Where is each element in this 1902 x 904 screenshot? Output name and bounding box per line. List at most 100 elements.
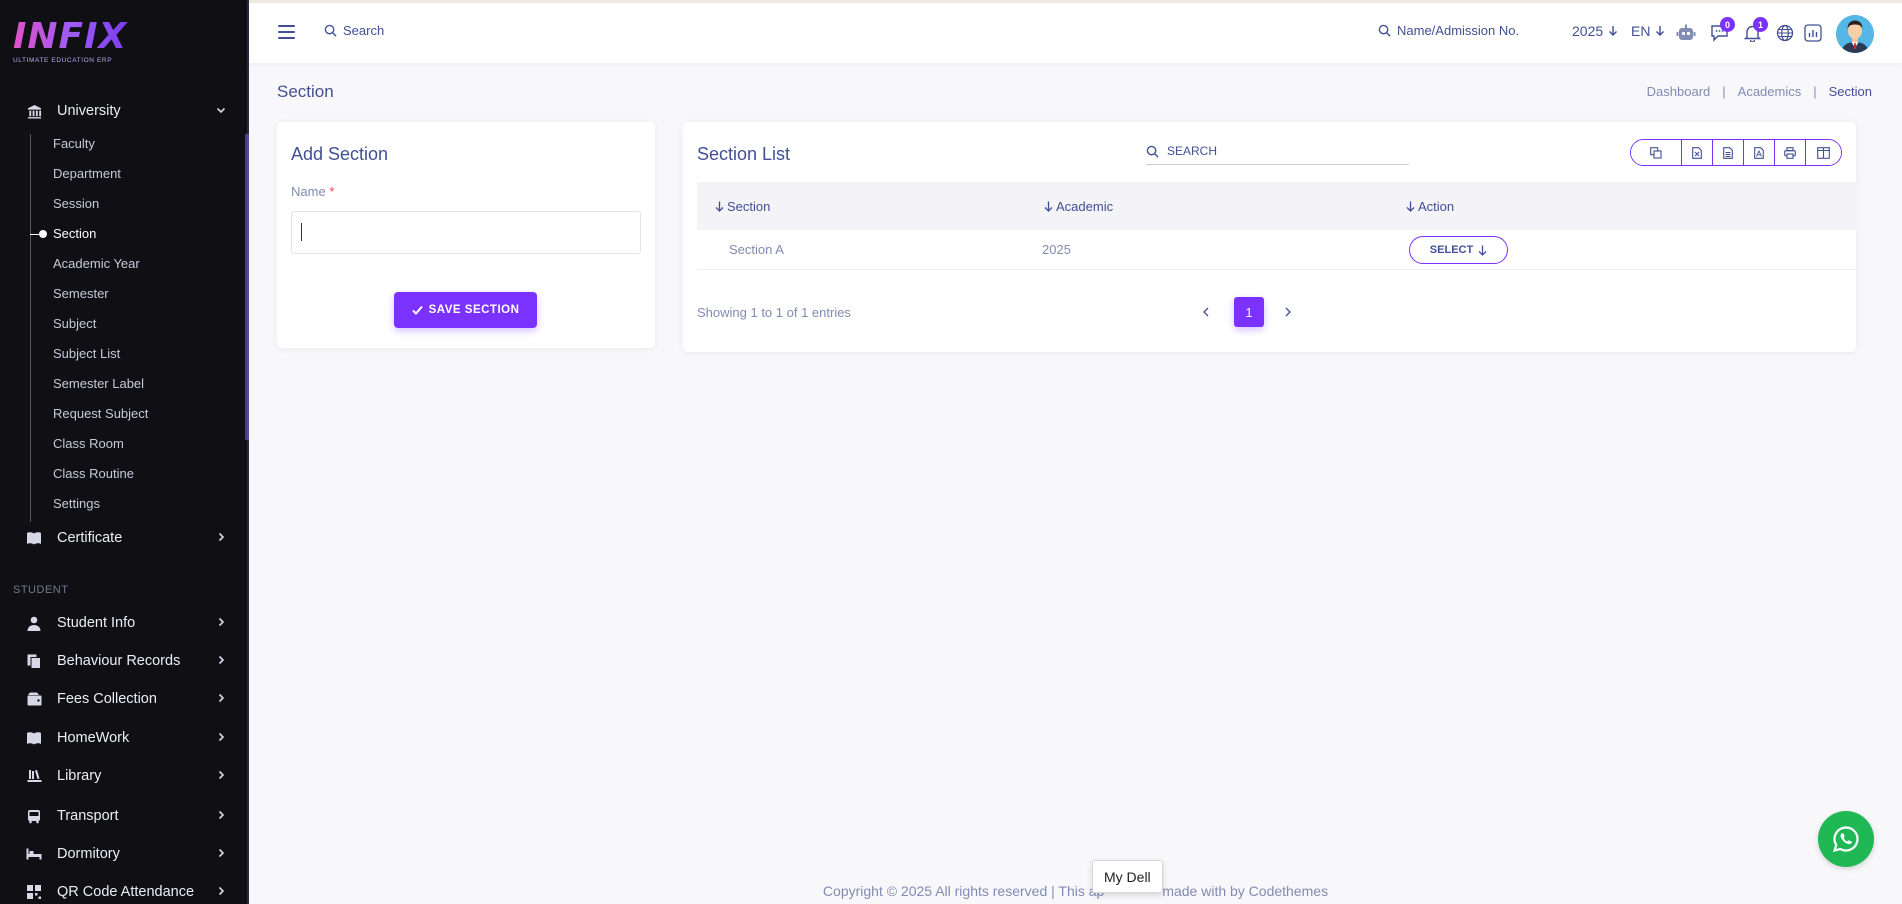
footer-copyright-right: made with by Codethemes: [1162, 883, 1329, 899]
chevron-right-icon: [216, 769, 226, 783]
pagination-page-current[interactable]: 1: [1234, 297, 1264, 327]
sidebar-subitem-academic-year[interactable]: Academic Year: [53, 254, 140, 274]
table-search-input[interactable]: SEARCH: [1146, 138, 1409, 165]
copy-icon: [1650, 146, 1662, 159]
export-button-group: [1630, 139, 1842, 166]
sidebar-subitem-semester-label[interactable]: Semester Label: [53, 374, 144, 394]
columns-icon: [1817, 146, 1830, 159]
select-action-label: SELECT: [1429, 244, 1474, 256]
sort-arrow-icon: [715, 201, 724, 212]
chevron-left-icon: [1203, 307, 1209, 317]
sidebar-subitem-class-routine[interactable]: Class Routine: [53, 464, 134, 484]
page-title: Section: [277, 82, 334, 101]
pagination-prev-button[interactable]: [1198, 302, 1214, 322]
admission-search[interactable]: Name/Admission No.: [1378, 23, 1519, 38]
top-header: Search Name/Admission No. 2025 EN 0 1: [249, 0, 1902, 63]
year-value: 2025: [1572, 23, 1604, 39]
sidebar-item-behaviour-records[interactable]: Behaviour Records: [0, 642, 247, 680]
sidebar-item-certificate[interactable]: Certificate: [0, 519, 247, 557]
sidebar-subitem-settings[interactable]: Settings: [53, 494, 100, 514]
sidebar-item-homework[interactable]: HomeWork: [0, 719, 247, 757]
footer-copyright-left: Copyright © 2025 All rights reserved | T…: [822, 883, 1105, 899]
admission-search-placeholder: Name/Admission No.: [1397, 23, 1520, 38]
column-header-label: Section: [727, 198, 771, 214]
bell-icon[interactable]: 1: [1742, 17, 1768, 43]
breadcrumb-separator: |: [1722, 84, 1726, 99]
sidebar-subitem-faculty[interactable]: Faculty: [53, 134, 95, 154]
pagination-next-button[interactable]: [1280, 302, 1296, 322]
copy-button[interactable]: [1631, 140, 1681, 165]
save-section-label: SAVE SECTION: [428, 304, 520, 316]
pdf-button[interactable]: [1743, 140, 1774, 165]
whatsapp-chat-button[interactable]: [1818, 811, 1874, 867]
book-open-icon: [26, 530, 42, 546]
submenu-guide-line: [30, 134, 31, 522]
sidebar-scrollbar-thumb[interactable]: [245, 134, 249, 440]
required-mark: *: [329, 184, 335, 199]
name-field-label: Name *: [291, 184, 334, 199]
add-section-title: Add Section: [291, 144, 389, 164]
breadcrumb-dashboard[interactable]: Dashboard: [1647, 84, 1711, 99]
sidebar-item-transport[interactable]: Transport: [0, 797, 247, 835]
sidebar-item-fees-collection[interactable]: Fees Collection: [0, 680, 247, 718]
chat-icon[interactable]: 0: [1709, 17, 1735, 43]
sidebar-subitem-request-subject[interactable]: Request Subject: [53, 404, 148, 424]
sidebar-item-student-info[interactable]: Student Info: [0, 604, 247, 642]
arrow-down-icon: [1478, 245, 1487, 256]
sidebar-item-qr-code-attendance[interactable]: QR Code Attendance: [0, 873, 247, 904]
sidebar-item-label: HomeWork: [57, 730, 130, 746]
excel-button[interactable]: [1681, 140, 1712, 165]
chevron-right-icon: [216, 885, 226, 899]
global-search[interactable]: Search: [324, 23, 384, 38]
chevron-right-icon: [216, 616, 226, 630]
bus-icon: [26, 808, 42, 824]
sidebar-subitem-semester[interactable]: Semester: [53, 284, 109, 304]
column-header-academic[interactable]: Academic: [1044, 199, 1113, 214]
section-name-input[interactable]: [291, 211, 641, 254]
breadcrumb-academics[interactable]: Academics: [1738, 84, 1802, 99]
chevron-right-icon: [216, 809, 226, 823]
save-section-button[interactable]: SAVE SECTION: [394, 292, 537, 328]
qr-code-icon: [26, 884, 42, 900]
column-header-action[interactable]: Action: [1406, 199, 1454, 214]
add-section-card: Add Section Name * SAVE SECTION: [277, 122, 655, 348]
footer-copyright: Copyright © 2025 All rights reserved | T…: [249, 883, 1902, 899]
print-button[interactable]: [1774, 140, 1805, 165]
wallet-icon: [26, 691, 42, 707]
search-icon: [1378, 24, 1391, 37]
csv-button[interactable]: [1712, 140, 1743, 165]
sidebar-item-dormitory[interactable]: Dormitory: [0, 835, 247, 873]
logo-subtitle: ULTIMATE EDUCATION ERP: [13, 57, 113, 64]
breadcrumb: Dashboard | Academics | Section: [1647, 84, 1872, 99]
sidebar-subitem-session[interactable]: Session: [53, 194, 99, 214]
name-label-text: Name: [291, 184, 326, 199]
university-icon: [26, 103, 42, 119]
sidebar-subitem-subject[interactable]: Subject: [53, 314, 96, 334]
language-dropdown[interactable]: EN: [1631, 23, 1665, 39]
pagination-info: Showing 1 to 1 of 1 entries: [697, 305, 851, 320]
chevron-right-icon: [216, 692, 226, 706]
robot-icon[interactable]: [1676, 23, 1696, 43]
sidebar-item-university[interactable]: University: [0, 92, 247, 130]
sidebar-item-library[interactable]: Library: [0, 757, 247, 795]
sidebar-subitem-section[interactable]: Section: [53, 224, 96, 244]
user-avatar[interactable]: [1836, 15, 1874, 53]
csv-icon: [1723, 146, 1733, 159]
whatsapp-icon: [1833, 826, 1859, 853]
report-chart-icon[interactable]: [1803, 23, 1823, 43]
hamburger-menu-icon[interactable]: [278, 25, 295, 39]
app-logo[interactable]: INFIX ULTIMATE EDUCATION ERP: [13, 18, 133, 66]
sidebar-item-label: Certificate: [57, 530, 123, 546]
sidebar-subitem-class-room[interactable]: Class Room: [53, 434, 124, 454]
check-icon: [411, 305, 423, 315]
year-dropdown[interactable]: 2025: [1572, 23, 1618, 39]
columns-button[interactable]: [1805, 140, 1841, 165]
column-header-section[interactable]: Section: [715, 199, 770, 214]
sidebar-subitem-department[interactable]: Department: [53, 164, 121, 184]
globe-icon[interactable]: [1775, 23, 1795, 43]
library-icon: [26, 768, 42, 784]
excel-icon: [1692, 146, 1702, 159]
select-action-button[interactable]: SELECT: [1409, 236, 1508, 264]
print-icon: [1784, 146, 1796, 159]
sidebar-subitem-subject-list[interactable]: Subject List: [53, 344, 120, 364]
